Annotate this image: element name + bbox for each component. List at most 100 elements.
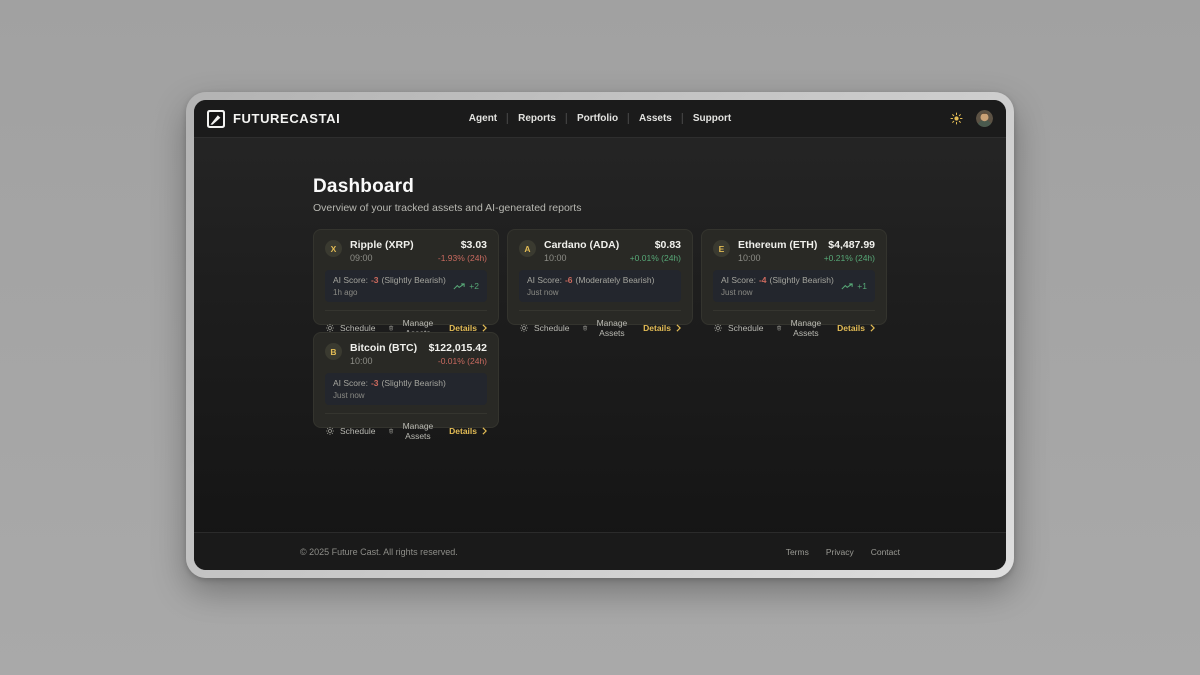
ai-score-sentiment: (Slightly Bearish) bbox=[382, 378, 446, 388]
main-nav: Agent Reports Portfolio Assets Support bbox=[459, 100, 741, 137]
asset-name: Ethereum (ETH) bbox=[738, 239, 817, 251]
details-button[interactable]: Details bbox=[643, 323, 681, 333]
details-label: Details bbox=[837, 323, 865, 333]
asset-card-bitcoin: B Bitcoin (BTC) 10:00 $122,015.42 -0.01%… bbox=[313, 332, 499, 428]
ai-score-sentiment: (Moderately Bearish) bbox=[576, 275, 655, 285]
asset-avatar: B bbox=[325, 343, 342, 360]
footer-link-privacy[interactable]: Privacy bbox=[826, 547, 854, 557]
schedule-label: Schedule bbox=[728, 323, 763, 333]
ai-score-label: AI Score: bbox=[333, 378, 368, 388]
asset-avatar: A bbox=[519, 240, 536, 257]
footer: © 2025 Future Cast. All rights reserved.… bbox=[194, 532, 1006, 570]
page-title: Dashboard bbox=[313, 176, 887, 198]
trend-value: +1 bbox=[857, 281, 867, 291]
trash-icon bbox=[582, 323, 588, 333]
details-label: Details bbox=[643, 323, 671, 333]
asset-change: +0.01% (24h) bbox=[630, 253, 681, 263]
manage-assets-label: Manage Assets bbox=[788, 318, 824, 338]
nav-item-support[interactable]: Support bbox=[683, 100, 741, 138]
schedule-label: Schedule bbox=[534, 323, 569, 333]
ai-score-panel: AI Score:-6(Moderately Bearish) Just now bbox=[519, 270, 681, 302]
ai-score-sentiment: (Slightly Bearish) bbox=[770, 275, 834, 285]
updated-time: Just now bbox=[721, 288, 834, 297]
ai-score-label: AI Score: bbox=[527, 275, 562, 285]
schedule-button[interactable]: Schedule bbox=[519, 323, 569, 333]
dashboard-main: Dashboard Overview of your tracked asset… bbox=[194, 138, 1006, 532]
asset-name: Bitcoin (BTC) bbox=[350, 342, 417, 354]
ai-score-value: -4 bbox=[759, 275, 767, 285]
nav-item-reports[interactable]: Reports bbox=[508, 100, 566, 138]
asset-change: -1.93% (24h) bbox=[438, 253, 487, 263]
asset-price: $0.83 bbox=[630, 239, 681, 251]
ai-score-panel: AI Score:-4(Slightly Bearish) Just now +… bbox=[713, 270, 875, 302]
asset-avatar: E bbox=[713, 240, 730, 257]
trash-icon bbox=[388, 426, 394, 436]
details-button[interactable]: Details bbox=[837, 323, 875, 333]
ai-score-panel: AI Score:-3(Slightly Bearish) Just now bbox=[325, 373, 487, 405]
ai-score-label: AI Score: bbox=[721, 275, 756, 285]
manage-assets-button[interactable]: Manage Assets bbox=[776, 318, 824, 338]
updated-time: 1h ago bbox=[333, 288, 446, 297]
nav-item-agent[interactable]: Agent bbox=[459, 100, 507, 138]
trend-badge: +1 bbox=[841, 281, 867, 291]
footer-links: Terms Privacy Contact bbox=[786, 547, 900, 557]
updated-time: Just now bbox=[333, 391, 446, 400]
app-window: FUTURECASTAI Agent Reports Portfolio Ass… bbox=[186, 92, 1014, 578]
asset-price: $122,015.42 bbox=[429, 342, 487, 354]
schedule-button[interactable]: Schedule bbox=[713, 323, 763, 333]
manage-assets-label: Manage Assets bbox=[594, 318, 630, 338]
sun-icon bbox=[950, 112, 963, 125]
nav-item-portfolio[interactable]: Portfolio bbox=[567, 100, 628, 138]
manage-assets-button[interactable]: Manage Assets bbox=[388, 421, 436, 441]
asset-card-ripple: X Ripple (XRP) 09:00 $3.03 -1.93% (24h) bbox=[313, 229, 499, 325]
asset-change: -0.01% (24h) bbox=[429, 356, 487, 366]
asset-card-grid: X Ripple (XRP) 09:00 $3.03 -1.93% (24h) bbox=[313, 229, 887, 428]
schedule-button[interactable]: Schedule bbox=[325, 426, 375, 436]
trend-value: +2 bbox=[469, 281, 479, 291]
trending-up-icon bbox=[453, 283, 465, 290]
app-screen: FUTURECASTAI Agent Reports Portfolio Ass… bbox=[194, 100, 1006, 570]
gear-icon bbox=[713, 323, 723, 333]
trash-icon bbox=[776, 323, 782, 333]
asset-price: $3.03 bbox=[438, 239, 487, 251]
header-actions bbox=[948, 110, 993, 127]
asset-name: Cardano (ADA) bbox=[544, 239, 619, 251]
chevron-right-icon bbox=[870, 324, 875, 332]
asset-time: 09:00 bbox=[350, 253, 414, 263]
trending-up-icon bbox=[841, 283, 853, 290]
copyright-text: © 2025 Future Cast. All rights reserved. bbox=[300, 547, 458, 557]
asset-card-ethereum: E Ethereum (ETH) 10:00 $4,487.99 +0.21% … bbox=[701, 229, 887, 325]
asset-avatar: X bbox=[325, 240, 342, 257]
trend-badge: +2 bbox=[453, 281, 479, 291]
chevron-right-icon bbox=[482, 427, 487, 435]
ai-score-value: -6 bbox=[565, 275, 573, 285]
gear-icon bbox=[519, 323, 529, 333]
brand-name: FUTURECASTAI bbox=[233, 111, 340, 126]
details-button[interactable]: Details bbox=[449, 426, 487, 436]
theme-toggle-button[interactable] bbox=[948, 110, 965, 127]
user-avatar bbox=[976, 110, 993, 127]
ai-score-label: AI Score: bbox=[333, 275, 368, 285]
gear-icon bbox=[325, 426, 335, 436]
manage-assets-button[interactable]: Manage Assets bbox=[582, 318, 630, 338]
page-subtitle: Overview of your tracked assets and AI-g… bbox=[313, 202, 887, 214]
asset-change: +0.21% (24h) bbox=[824, 253, 875, 263]
chevron-right-icon bbox=[676, 324, 681, 332]
footer-link-contact[interactable]: Contact bbox=[871, 547, 900, 557]
asset-time: 10:00 bbox=[544, 253, 619, 263]
manage-assets-label: Manage Assets bbox=[400, 421, 436, 441]
asset-name: Ripple (XRP) bbox=[350, 239, 414, 251]
nav-item-assets[interactable]: Assets bbox=[629, 100, 682, 138]
ai-score-value: -3 bbox=[371, 378, 379, 388]
footer-link-terms[interactable]: Terms bbox=[786, 547, 809, 557]
asset-price: $4,487.99 bbox=[824, 239, 875, 251]
ai-score-panel: AI Score:-3(Slightly Bearish) 1h ago +2 bbox=[325, 270, 487, 302]
details-label: Details bbox=[449, 426, 477, 436]
app-logo-icon bbox=[207, 110, 225, 128]
user-menu-button[interactable] bbox=[976, 110, 993, 127]
updated-time: Just now bbox=[527, 288, 654, 297]
chevron-right-icon bbox=[482, 324, 487, 332]
ai-score-value: -3 bbox=[371, 275, 379, 285]
schedule-label: Schedule bbox=[340, 426, 375, 436]
asset-card-cardano: A Cardano (ADA) 10:00 $0.83 +0.01% (24h) bbox=[507, 229, 693, 325]
